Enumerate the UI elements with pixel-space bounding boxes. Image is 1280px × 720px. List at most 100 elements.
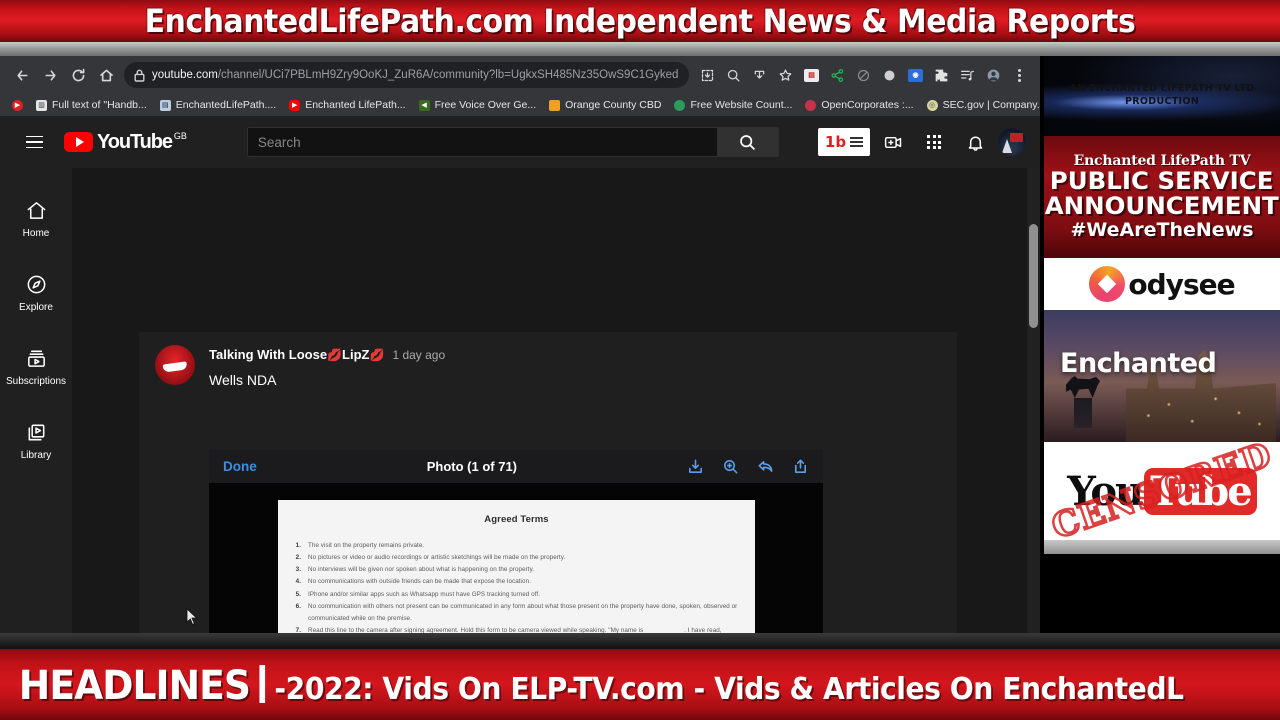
post-byline: Talking With Loose💋LipZ💋 1 day ago [209,347,445,362]
puzzle-extensions-icon[interactable] [929,62,954,88]
nda-document-image: Agreed Terms 1. The visit on the property… [278,500,755,633]
globe-extension-icon[interactable] [877,62,902,88]
photo-counter-label: Photo (1 of 71) [426,459,518,474]
bookmark-item[interactable]: Free Website Count... [668,97,798,113]
youtube-dot-icon: ▶ [12,99,23,111]
page-scrollbar-track[interactable] [1027,168,1040,633]
psa-headline-2: ANNOUNCEMENT [1044,191,1280,220]
ticker-inner: HEADLINES -2022: Vids On ELP-TV.com - Vi… [0,661,1184,709]
bookmark-item[interactable]: ▤ EnchantedLifePath.... [154,97,282,113]
search-input[interactable] [257,134,707,150]
bookmark-item[interactable]: ▶ Enchanted LifePath... [283,97,411,113]
forward-button[interactable] [36,61,64,89]
share-page-icon[interactable] [747,62,772,88]
post-body-text: Wells NDA [209,372,277,388]
community-post-card: Talking With Loose💋LipZ💋 1 day ago Wells… [139,332,957,633]
install-app-icon[interactable] [695,62,720,88]
bookmark-star-icon[interactable] [773,62,798,88]
apps-grid-icon[interactable] [916,124,952,160]
bookmark-item[interactable]: ◀ Free Voice Over Ge... [413,97,543,113]
city-lights [1128,382,1274,438]
done-button[interactable]: Done [223,459,257,474]
reload-button[interactable] [64,61,92,89]
bookmark-item[interactable]: OpenCorporates :... [799,97,919,113]
page-scrollbar-thumb[interactable] [1029,224,1038,328]
bookmark-label: Full text of "Handb... [52,99,147,111]
archive-icon: ▥ [36,99,47,111]
screen-root: EnchantedLifePath.com Independent News &… [0,0,1280,720]
account-avatar-icon[interactable] [998,128,1026,156]
compass-icon [27,275,45,294]
share-network-icon[interactable] [825,62,850,88]
bookmark-youtube-dot[interactable]: ▶ [6,98,29,113]
header-right-icons: 1b [818,124,1026,160]
bookmark-label: OpenCorporates :... [821,99,914,111]
sidebar-item-label: Home [22,228,50,239]
channel-avatar[interactable] [155,345,195,385]
top-banner-text: EnchantedLifePath.com Independent News &… [144,2,1136,40]
sidebar-item-home[interactable]: Home [0,182,72,256]
browser-nav-bar: youtube.com/channel/UCi7PBLmH9Zry9OoKJ_Z… [0,56,1040,94]
bookmark-item[interactable]: ▥ Full text of "Handb... [30,97,153,113]
home-button[interactable] [92,61,120,89]
reply-icon[interactable] [757,458,774,475]
sidebar-item-library[interactable]: Library [0,404,72,478]
psa-production-line-2: PRODUCTION [1125,96,1199,107]
notifications-bell-icon[interactable] [957,124,993,160]
sidebar-item-subscriptions[interactable]: Subscriptions [0,330,72,404]
document-terms-list: 1. The visit on the property remains priv… [294,540,739,633]
youtube-play-icon [64,132,93,152]
profile-avatar-icon[interactable] [981,62,1006,88]
lips-emoji-icon: 💋 [327,348,343,362]
youtube-main-content: Talking With Loose💋LipZ💋 1 day ago Wells… [72,168,1030,633]
hamburger-menu-icon[interactable] [14,122,54,162]
create-video-icon[interactable] [875,124,911,160]
youtube-logo[interactable]: YouTube GB [64,131,187,153]
equestrian-statue [1062,376,1104,428]
photo-viewer-toolbar: Done Photo (1 of 71) [209,450,823,483]
youtube-sidebar: Home Explore Subscriptions Library [0,168,72,633]
youtube-app: YouTube GB 1b [0,116,1040,633]
youtube-country-code: GB [173,131,187,141]
tubebuddy-icon[interactable]: 1b [818,128,870,156]
media-queue-icon[interactable] [955,62,980,88]
document-term: 7. Read this line to the camera after sig… [295,626,722,633]
opencorporates-icon [805,99,817,111]
bookmark-label: Enchanted LifePath... [305,99,406,111]
youtube-wordmark: YouTube [97,131,173,153]
bookmark-item[interactable]: Orange County CBD [543,97,667,113]
psa-announcement-panel: Enchanted LifePath TV PUBLIC SERVICE ANN… [1044,136,1280,258]
youtube-censored-panel: You Tube CENSORED [1044,442,1280,540]
psa-headline-1: PUBLIC SERVICE [1050,167,1274,196]
download-icon[interactable] [687,458,704,475]
extension-red-icon[interactable]: ▤ [799,62,824,88]
bookmark-item[interactable]: ◎ SEC.gov | Company... [921,97,1040,113]
zoom-in-icon[interactable] [722,458,739,475]
browser-toolbar-icons: ▤ ◉ [695,62,1032,88]
bookmarks-bar: ▶ ▥ Full text of "Handb... ▤ EnchantedLi… [0,94,1040,116]
screen-recorder-icon[interactable]: ◉ [903,62,928,88]
document-term: 5. IPhone and/or similar apps such as Wha… [295,590,540,598]
share-export-icon[interactable] [792,458,809,475]
mouse-pointer-icon [186,608,198,626]
sec-icon: ◎ [926,99,938,111]
search-submit-button[interactable] [716,127,779,157]
voice-icon: ◀ [418,99,430,111]
sidebar-item-label: Subscriptions [5,376,67,387]
adblock-icon[interactable] [851,62,876,88]
library-icon [28,424,44,441]
sidebar-item-label: Explore [19,302,53,313]
back-button[interactable] [8,61,36,89]
address-bar[interactable]: youtube.com/channel/UCi7PBLmH9Zry9OoKJ_Z… [124,62,689,88]
sidebar-item-explore[interactable]: Explore [0,256,72,330]
ticker-text: -2022: Vids On ELP-TV.com - Vids & Artic… [274,671,1184,707]
right-overlay-column: AN ENCHANTED LIFEPATH TV LTD PRODUCTION … [1044,56,1280,633]
post-timestamp: 1 day ago [392,347,446,362]
search-icon [740,134,756,150]
search-page-icon[interactable] [721,62,746,88]
search-area [246,127,779,157]
psa-production-line-1: AN ENCHANTED LIFEPATH TV LTD [1069,83,1255,95]
search-box[interactable] [246,127,717,157]
url-domain: youtube.com [152,69,218,81]
chrome-menu-icon[interactable] [1007,62,1032,88]
